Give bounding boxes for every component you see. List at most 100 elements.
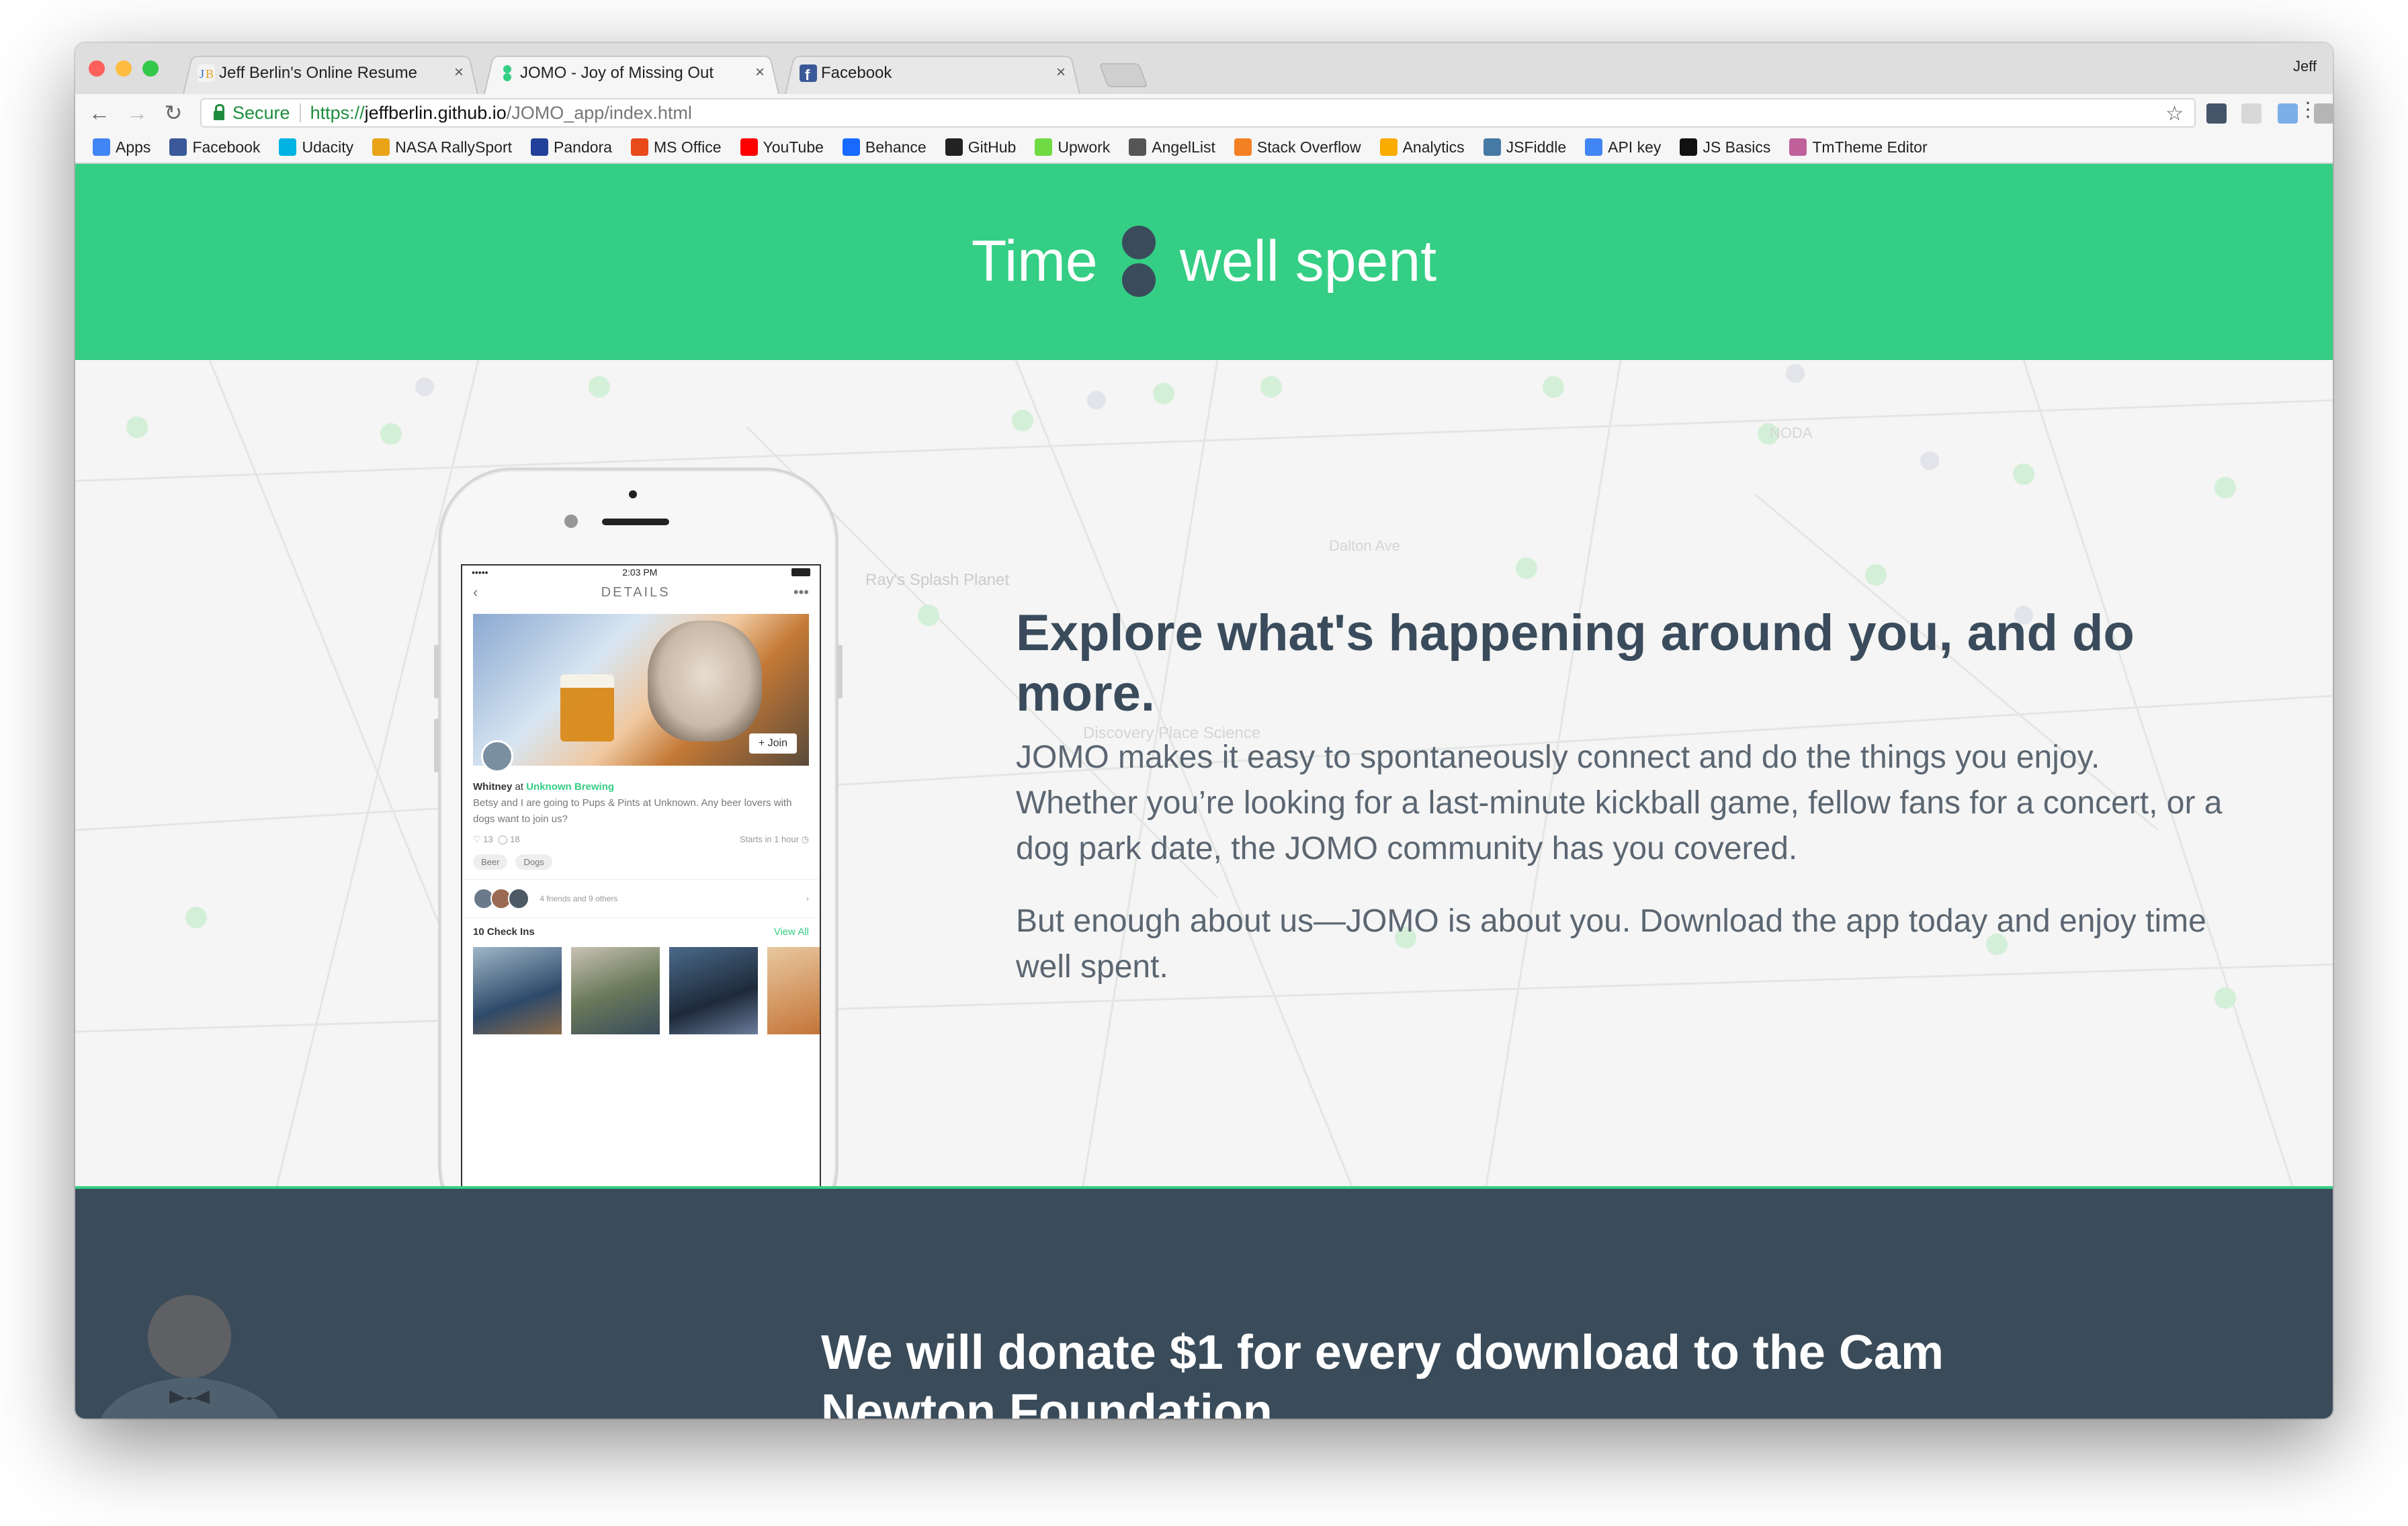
bookmark-star-icon[interactable]: ☆	[2165, 102, 2184, 126]
clock-icon: ◷	[801, 834, 809, 844]
close-tab-icon[interactable]: ×	[755, 63, 765, 82]
cast-icon[interactable]	[2278, 103, 2298, 124]
starts-in: Starts in 1 hour	[739, 834, 800, 844]
bookmark-label: YouTube	[763, 138, 824, 156]
close-tab-icon[interactable]: ×	[1056, 63, 1066, 82]
bookmark-label: TmTheme Editor	[1812, 138, 1928, 156]
apps-grid-icon	[93, 138, 110, 156]
comment-icon[interactable]: ◯	[498, 834, 508, 844]
facebook-icon	[169, 138, 187, 156]
svg-text:B: B	[206, 67, 214, 81]
angellist-icon	[1129, 138, 1147, 156]
extension-icon[interactable]	[2206, 103, 2227, 124]
signal-indicator: •••••	[472, 567, 488, 578]
bookmark-ms-office[interactable]: MS Office	[630, 138, 722, 156]
more-options-icon[interactable]: •••	[793, 584, 809, 601]
bookmark-label: GitHub	[968, 138, 1017, 156]
tmtheme-icon	[1789, 138, 1807, 156]
back-icon[interactable]: ←	[87, 101, 112, 125]
checkin-photos	[462, 938, 820, 1034]
bookmark-stack-overflow[interactable]: Stack Overflow	[1234, 138, 1361, 156]
friends-row[interactable]: 4 friends and 9 others ›	[462, 880, 820, 917]
bookmark-facebook[interactable]: Facebook	[169, 138, 260, 156]
friends-text: 4 friends and 9 others	[540, 894, 618, 903]
checkin-photo[interactable]	[571, 947, 660, 1034]
bookmark-angellist[interactable]: AngelList	[1129, 138, 1215, 156]
intro-headline: Explore what's happening around you, and…	[1016, 604, 2135, 722]
youtube-icon	[740, 138, 758, 156]
bookmark-label: Pandora	[554, 138, 612, 156]
bookmark-label: Upwork	[1058, 138, 1111, 156]
tab-resume[interactable]: JB Jeff Berlin's Online Resume ×	[183, 52, 478, 94]
chevron-right-icon: ›	[806, 894, 809, 903]
bookmark-jsfiddle[interactable]: JSFiddle	[1483, 138, 1567, 156]
map-label: Dalton Ave	[1329, 537, 1401, 554]
bookmark-apps[interactable]: Apps	[93, 138, 150, 156]
bookmarks-bar: Apps Facebook Udacity NASA RallySport Pandor…	[75, 132, 2333, 164]
bookmark-tmtheme-editor[interactable]: TmTheme Editor	[1789, 138, 1928, 156]
checkin-photo[interactable]	[473, 947, 562, 1034]
bookmark-api-key[interactable]: API key	[1585, 138, 1661, 156]
back-chevron-icon[interactable]: ‹	[473, 584, 478, 601]
post-venue[interactable]: Unknown Brewing	[526, 781, 614, 793]
zoom-window-button[interactable]	[142, 60, 159, 77]
close-window-button[interactable]	[89, 60, 105, 77]
address-bar[interactable]: Secure https:// jeffberlin.github.io /JO…	[200, 98, 2196, 128]
browser-window: JB Jeff Berlin's Online Resume × JOMO - …	[75, 43, 2333, 1419]
checkin-photo[interactable]	[669, 947, 758, 1034]
post-at: at	[515, 781, 524, 793]
intro-paragraph: But enough about us—JOMO is about you. D…	[1016, 903, 2206, 985]
url-host: jeffberlin.github.io	[364, 102, 507, 123]
event-photo: + Join	[473, 614, 809, 772]
extension-icon[interactable]	[2241, 103, 2262, 124]
cam-newton-photo	[100, 1295, 279, 1419]
bookmark-label: AngelList	[1152, 138, 1215, 156]
profile-name[interactable]: Jeff	[2293, 58, 2317, 75]
bookmark-pandora[interactable]: Pandora	[531, 138, 612, 156]
jomo-logo-icon	[1121, 226, 1156, 297]
bookmark-label: Facebook	[192, 138, 261, 156]
like-icon[interactable]: ♡	[473, 834, 481, 844]
avatar	[481, 740, 513, 772]
tab-jomo[interactable]: JOMO - Joy of Missing Out ×	[484, 52, 779, 94]
post-text: Betsy and I are going to Pups & Pints at…	[473, 797, 792, 825]
close-tab-icon[interactable]: ×	[454, 63, 464, 82]
url-path: /JOMO_app/index.html	[506, 102, 692, 123]
behance-icon	[842, 138, 860, 156]
map-section: Ray's Splash Planet Discovery Place Scie…	[75, 360, 2333, 1186]
bookmark-label: Analytics	[1402, 138, 1465, 156]
freecodecamp-icon	[1680, 138, 1698, 156]
minimize-window-button[interactable]	[116, 60, 132, 77]
bookmark-nasa-rallysport[interactable]: NASA RallySport	[372, 138, 512, 156]
forward-icon[interactable]: →	[125, 101, 149, 125]
page-content: Time well spent Ray's Splash Planet Disc…	[75, 164, 2333, 1419]
bookmark-behance[interactable]: Behance	[842, 138, 927, 156]
tab-facebook[interactable]: f Facebook ×	[785, 52, 1080, 94]
tab-title: JOMO - Joy of Missing Out	[520, 64, 714, 82]
tab-title: Jeff Berlin's Online Resume	[219, 64, 417, 82]
github-icon	[945, 138, 963, 156]
upwork-icon	[1035, 138, 1053, 156]
browser-menu-icon[interactable]: ⋮	[2298, 98, 2318, 122]
hero-title-right: well spent	[1179, 228, 1437, 294]
tag[interactable]: Dogs	[515, 854, 552, 870]
view-all-link[interactable]: View All	[774, 926, 809, 938]
tag[interactable]: Beer	[473, 854, 508, 870]
reload-icon[interactable]: ↻	[161, 101, 185, 125]
bookmark-upwork[interactable]: Upwork	[1035, 138, 1110, 156]
bookmark-label: NASA RallySport	[395, 138, 513, 156]
bookmark-youtube[interactable]: YouTube	[740, 138, 824, 156]
join-button[interactable]: + Join	[748, 733, 797, 754]
analytics-icon	[1379, 138, 1398, 156]
map-label: Ray's Splash Planet	[865, 571, 1010, 589]
bookmark-label: Stack Overflow	[1256, 138, 1361, 156]
phone-status-bar: ••••• 2:03 PM	[462, 566, 820, 579]
new-tab-button[interactable]	[1099, 63, 1148, 87]
checkin-photo[interactable]	[767, 947, 820, 1034]
hero-title-left: Time	[971, 228, 1098, 294]
bookmark-analytics[interactable]: Analytics	[1379, 138, 1465, 156]
bookmark-github[interactable]: GitHub	[945, 138, 1017, 156]
bookmark-js-basics[interactable]: JS Basics	[1680, 138, 1770, 156]
bookmark-udacity[interactable]: Udacity	[279, 138, 353, 156]
bookmark-label: JSFiddle	[1506, 138, 1567, 156]
